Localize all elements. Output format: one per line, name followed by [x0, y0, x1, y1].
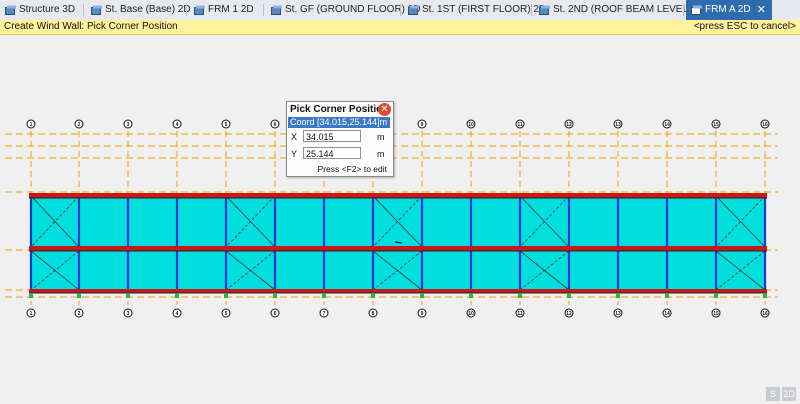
grid-label: 16: [762, 311, 768, 317]
support-marker: [77, 293, 81, 298]
close-icon[interactable]: ✕: [378, 103, 391, 116]
tab-separator: [683, 4, 684, 16]
plan-view-icon: [408, 5, 419, 15]
grid-label: 3: [127, 122, 130, 128]
beam-member: [29, 289, 767, 293]
grid-label: 15: [713, 311, 719, 317]
x-label: X: [291, 132, 298, 142]
tab-view[interactable]: St. Base (Base) 2D: [86, 0, 191, 20]
frame-2d-viewport[interactable]: 1234567891011121314151612345678910111213…: [0, 35, 800, 404]
edit-hint-text: Press <F2> to edit: [317, 164, 387, 174]
tab-separator: [186, 4, 187, 16]
grid-label: 6: [274, 311, 277, 317]
tab-close-icon[interactable]: ✕: [757, 0, 766, 20]
support-marker: [126, 293, 130, 298]
beam-member: [29, 193, 767, 198]
grid-label: 1: [30, 311, 33, 317]
grid-label: 14: [664, 311, 670, 317]
tab-separator: [83, 4, 84, 16]
support-marker: [371, 293, 375, 298]
frame-view-icon: [194, 5, 205, 15]
plan-view-icon: [91, 5, 102, 15]
tab-separator: [531, 4, 532, 16]
support-marker: [567, 293, 571, 298]
grid-label: 11: [517, 122, 523, 128]
tab-label: FRM A 2D: [705, 4, 751, 15]
tab-separator: [263, 4, 264, 16]
pick-corner-dialog[interactable]: Pick Corner Position ✕ Coord [34.015,25.…: [286, 101, 394, 177]
y-label: Y: [291, 149, 298, 159]
support-marker: [420, 293, 424, 298]
tab-view[interactable]: FRM 1 2D: [189, 0, 260, 20]
escape-hint-text[interactable]: <press ESC to cancel>: [694, 20, 796, 34]
grid-label: 9: [421, 311, 424, 317]
command-prompt-bar: Create Wind Wall: Pick Corner Position <…: [0, 20, 800, 35]
tab-label: Structure 3D: [19, 4, 76, 15]
plan-view-icon: [539, 5, 550, 15]
beam-member: [29, 246, 767, 251]
tab-label: St. 1ST (FIRST FLOOR) 2D: [422, 4, 547, 15]
coord-readout: Coord [34.015,25.144]m: [288, 117, 390, 128]
support-marker: [763, 293, 767, 298]
plan-view-icon: [271, 5, 282, 15]
grid-label: 2: [78, 122, 81, 128]
grid-label: 11: [517, 311, 523, 317]
tab-view[interactable]: St. GF (GROUND FLOOR) 2D: [266, 0, 421, 20]
view-tab-bar: Structure 3D St. Base (Base) 2D FRM 1 2D St…: [0, 0, 800, 21]
grid-label: 10: [468, 122, 474, 128]
support-marker: [29, 293, 33, 298]
grid-label: 8: [372, 311, 375, 317]
view-mode-button[interactable]: 2D: [782, 387, 796, 401]
dialog-title: Pick Corner Position: [290, 104, 389, 115]
grid-label: 12: [566, 122, 572, 128]
snap-status-button[interactable]: S: [766, 387, 780, 401]
grid-label: 4: [176, 122, 179, 128]
support-marker: [224, 293, 228, 298]
command-prompt-text: Create Wind Wall: Pick Corner Position: [4, 21, 178, 32]
support-marker: [714, 293, 718, 298]
y-unit-label: m: [377, 149, 385, 159]
grid-label: 3: [127, 311, 130, 317]
support-marker: [616, 293, 620, 298]
support-marker: [322, 293, 326, 298]
view-status-indicators: S 2D: [766, 387, 796, 401]
grid-label: 4: [176, 311, 179, 317]
tab-view[interactable]: St. 2ND (ROOF BEAM LEVEL) 2D: [534, 0, 707, 20]
support-marker: [518, 293, 522, 298]
grid-label: 5: [225, 122, 228, 128]
grid-label: 13: [615, 122, 621, 128]
grid-label: 7: [323, 311, 326, 317]
grid-label: 2: [78, 311, 81, 317]
structure-3d-icon: [5, 5, 16, 15]
x-coordinate-field[interactable]: 34.015: [303, 130, 361, 142]
grid-label: 15: [713, 122, 719, 128]
tab-label: FRM 1 2D: [208, 4, 254, 15]
grid-label: 5: [225, 311, 228, 317]
grid-label: 1: [30, 122, 33, 128]
grid-label: 16: [762, 122, 768, 128]
support-marker: [665, 293, 669, 298]
tab-view[interactable]: St. 1ST (FIRST FLOOR) 2D: [403, 0, 546, 20]
y-coordinate-field[interactable]: 25.144: [303, 147, 361, 159]
grid-label: 12: [566, 311, 572, 317]
support-marker: [175, 293, 179, 298]
grid-label: 9: [421, 122, 424, 128]
frame-view-icon: [691, 5, 702, 15]
support-marker: [273, 293, 277, 298]
grid-label: 10: [468, 311, 474, 317]
tab-label: St. Base (Base) 2D: [105, 4, 191, 15]
support-marker: [469, 293, 473, 298]
grid-label: 6: [274, 122, 277, 128]
x-unit-label: m: [377, 132, 385, 142]
frame-drawing[interactable]: 1234567891011121314151612345678910111213…: [0, 35, 800, 404]
tab-separator: [400, 4, 401, 16]
grid-label: 14: [664, 122, 670, 128]
tab-view[interactable]: Structure 3D: [0, 0, 80, 20]
grid-label: 13: [615, 311, 621, 317]
tab-view[interactable]: FRM A 2D ✕: [686, 0, 772, 20]
